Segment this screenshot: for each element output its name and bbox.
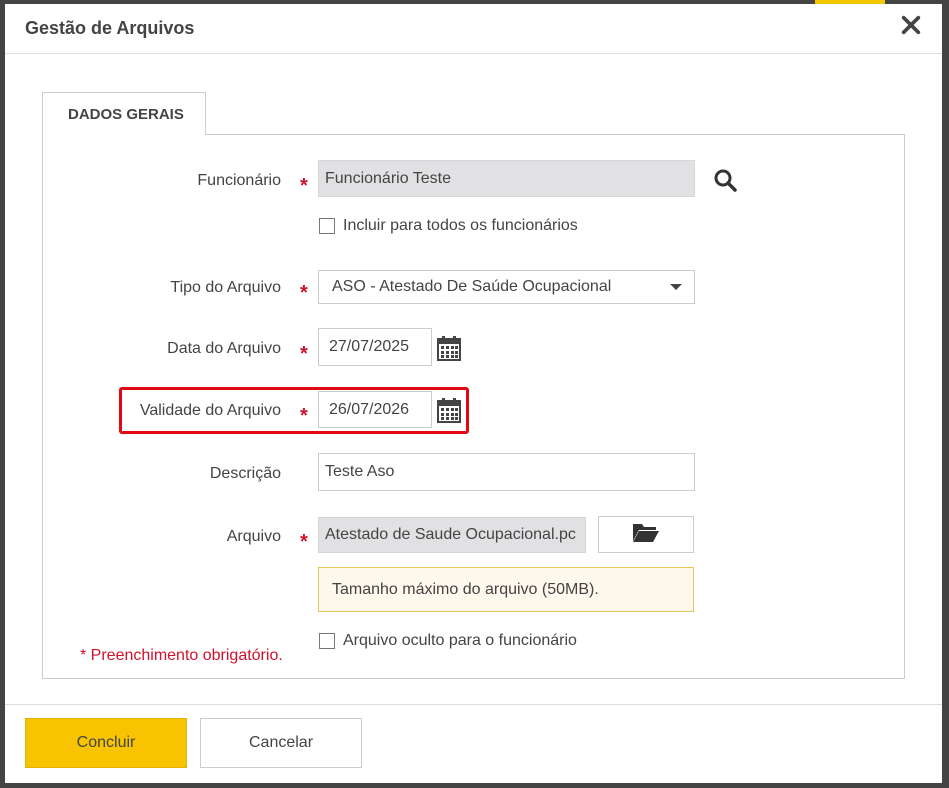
- required-asterisk: *: [300, 175, 308, 197]
- search-icon[interactable]: [713, 168, 737, 192]
- descricao-label: Descrição: [209, 465, 281, 482]
- required-asterisk: *: [300, 343, 308, 365]
- dialog-header: Gestão de Arquivos: [5, 4, 942, 54]
- required-asterisk: *: [300, 405, 308, 427]
- incluir-todos-label: Incluir para todos os funcionários: [343, 217, 578, 234]
- validade-arquivo-value: 26/07/2026: [329, 400, 410, 418]
- required-asterisk: *: [300, 531, 308, 553]
- tipo-arquivo-value: ASO - Atestado De Saúde Ocupacional: [332, 278, 612, 295]
- tab-label: DADOS GERAIS: [68, 106, 184, 123]
- data-arquivo-label: Data do Arquivo: [167, 340, 281, 357]
- tab-connector: [43, 133, 205, 135]
- concluir-button[interactable]: Concluir: [25, 718, 187, 768]
- required-fields-note: * Preenchimento obrigatório.: [80, 647, 283, 664]
- data-arquivo-input[interactable]: 27/07/2025: [318, 328, 432, 366]
- required-asterisk: *: [300, 282, 308, 304]
- close-icon[interactable]: [900, 14, 924, 38]
- chevron-down-icon: [670, 284, 682, 290]
- file-size-note-text: Tamanho máximo do arquivo (50MB).: [332, 580, 599, 598]
- arquivo-value: Atestado de Saude Ocupacional.pc: [325, 526, 576, 543]
- arquivo-label: Arquivo: [226, 528, 281, 545]
- funcionario-value: Funcionário Teste: [325, 169, 451, 187]
- file-size-note: Tamanho máximo do arquivo (50MB).: [318, 567, 694, 612]
- cancelar-button[interactable]: Cancelar: [200, 718, 362, 768]
- incluir-todos-checkbox[interactable]: [319, 218, 335, 234]
- descricao-input[interactable]: Teste Aso: [318, 453, 695, 491]
- validade-arquivo-label: Validade do Arquivo: [139, 402, 281, 419]
- funcionario-field[interactable]: Funcionário Teste: [318, 160, 695, 197]
- folder-open-icon: [632, 521, 660, 548]
- funcionario-label: Funcionário: [197, 172, 281, 189]
- arquivo-oculto-checkbox[interactable]: [319, 633, 335, 649]
- calendar-icon[interactable]: [437, 335, 461, 361]
- calendar-icon[interactable]: [437, 397, 461, 423]
- tipo-arquivo-select[interactable]: ASO - Atestado De Saúde Ocupacional: [318, 270, 695, 304]
- tipo-arquivo-label: Tipo do Arquivo: [170, 279, 281, 296]
- validade-arquivo-input[interactable]: 26/07/2026: [318, 391, 432, 428]
- arquivo-field[interactable]: Atestado de Saude Ocupacional.pc: [318, 517, 586, 553]
- dialog-title: Gestão de Arquivos: [25, 18, 195, 38]
- file-management-dialog: Gestão de Arquivos DADOS GERAIS Funcioná…: [5, 4, 942, 783]
- tab-dados-gerais[interactable]: DADOS GERAIS: [42, 92, 206, 134]
- dialog-footer: Concluir Cancelar: [5, 704, 942, 783]
- browse-file-button[interactable]: [598, 516, 694, 553]
- descricao-value: Teste Aso: [325, 463, 395, 480]
- arquivo-oculto-label: Arquivo oculto para o funcionário: [343, 632, 577, 649]
- data-arquivo-value: 27/07/2025: [329, 338, 410, 355]
